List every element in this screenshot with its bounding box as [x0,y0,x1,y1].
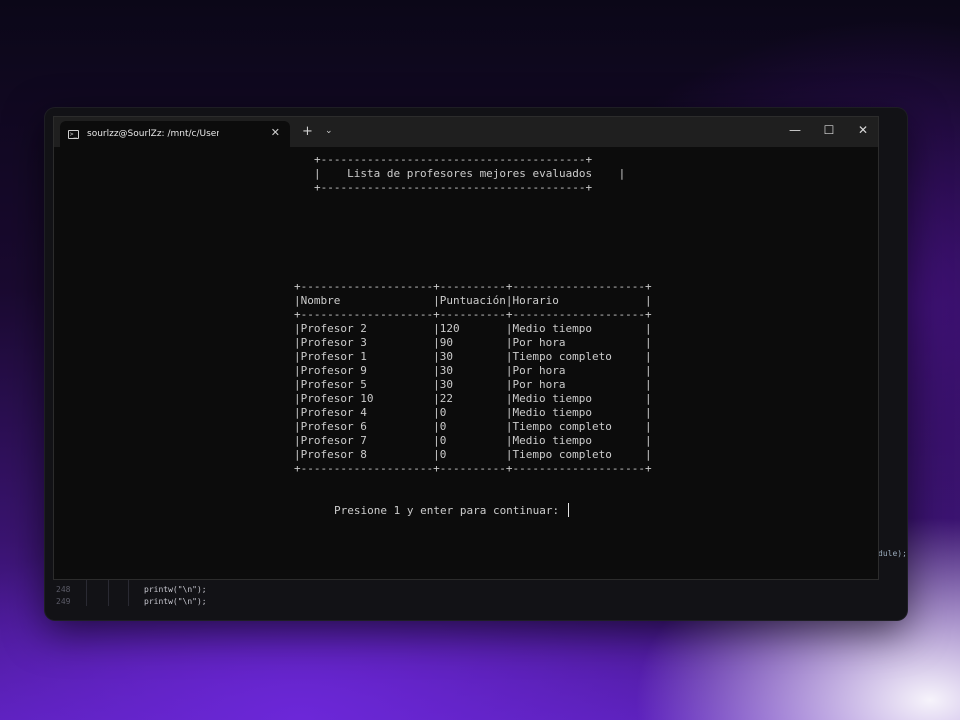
title-line: | Lista de profesores mejores evaluados … [314,167,626,180]
terminal-window[interactable]: >_ sourlzz@SourlZz: /mnt/c/Users ✕ + ⌄ —… [53,116,879,580]
terminal-icon: >_ [68,129,79,139]
close-button[interactable]: ✕ [853,123,873,137]
line-number: 248 [56,585,71,594]
tab-title: sourlzz@SourlZz: /mnt/c/Users [87,129,219,139]
chevron-down-icon[interactable]: ⌄ [325,126,333,136]
minimize-button[interactable]: — [785,123,805,137]
indent-guide [128,580,129,606]
title-bar[interactable]: >_ sourlzz@SourlZz: /mnt/c/Users ✕ + ⌄ —… [54,117,878,147]
maximize-button[interactable]: ☐ [819,123,839,137]
code-line: printw("\n"); [144,585,207,594]
table-border-bottom: +--------------------+----------+-------… [294,462,652,475]
table-header-separator: +--------------------+----------+-------… [294,308,652,321]
terminal-output[interactable]: +---------------------------------------… [54,147,878,581]
table-row: |Profesor 1 |30 |Tiempo completo | [294,350,652,363]
indent-guide [86,580,87,606]
table-row: |Profesor 2 |120 |Medio tiempo | [294,322,652,335]
table-row: |Profesor 6 |0 |Tiempo completo | [294,420,652,433]
new-tab-button[interactable]: + [302,124,313,139]
table-row: |Profesor 5 |30 |Por hora | [294,378,652,391]
title-border-bottom: +---------------------------------------… [314,181,593,194]
terminal-tab[interactable]: >_ sourlzz@SourlZz: /mnt/c/Users ✕ [60,121,290,147]
table-row: |Profesor 8 |0 |Tiempo completo | [294,448,652,461]
title-border-top: +---------------------------------------… [314,153,593,166]
indent-guide [108,580,109,606]
text-cursor[interactable] [568,503,569,517]
table-row: |Profesor 4 |0 |Medio tiempo | [294,406,652,419]
table-row: |Profesor 7 |0 |Medio tiempo | [294,434,652,447]
table-header: |Nombre |Puntuación|Horario | [294,294,652,307]
code-snippet: dule); [878,549,907,558]
line-number: 249 [56,597,71,606]
code-line: printw("\n"); [144,597,207,606]
table-border-top: +--------------------+----------+-------… [294,280,652,293]
close-tab-icon[interactable]: ✕ [271,126,280,139]
table-row: |Profesor 10 |22 |Medio tiempo | [294,392,652,405]
input-prompt: Presione 1 y enter para continuar: [334,504,566,517]
table-row: |Profesor 3 |90 |Por hora | [294,336,652,349]
table-row: |Profesor 9 |30 |Por hora | [294,364,652,377]
